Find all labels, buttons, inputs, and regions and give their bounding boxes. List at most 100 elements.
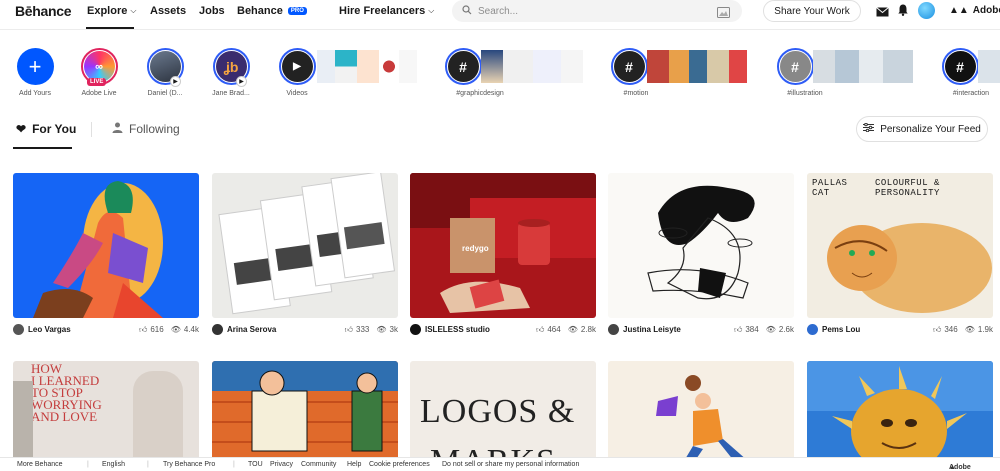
- share-your-work-button[interactable]: Share Your Work: [763, 0, 861, 22]
- project-thumbnail[interactable]: LOGOS & MARKS: [410, 361, 596, 471]
- tab-for-you-label: For You: [32, 122, 77, 136]
- thumbs-up-icon: 👍︎: [733, 324, 743, 334]
- tab-for-you[interactable]: ❤ For You: [16, 122, 76, 136]
- interaction-preview-strip[interactable]: [978, 50, 1000, 83]
- footer-link-try-pro[interactable]: Try Behance Pro: [163, 461, 215, 468]
- like-count: 333: [356, 325, 370, 334]
- avatar[interactable]: [608, 324, 619, 335]
- footer-link-do-not-sell[interactable]: Do not sell or share my personal informa…: [442, 461, 579, 468]
- hash-icon: #: [447, 51, 479, 82]
- footer-link-community[interactable]: Community: [301, 461, 336, 468]
- story-label: Jane Brad...: [212, 90, 250, 97]
- play-icon: ▶: [281, 51, 313, 82]
- plus-icon: +: [28, 53, 42, 79]
- avatar[interactable]: [212, 324, 223, 335]
- project-thumbnail[interactable]: HOW I LEARNED TO STOP WORRYING AND LOVE: [13, 361, 199, 471]
- project-author[interactable]: ISLELESS studio: [425, 325, 529, 334]
- project-card[interactable]: Justina Leisyte 👍︎ 384 👁︎ 2.6k: [608, 173, 794, 335]
- story-ring: #: [776, 48, 814, 85]
- eye-icon: 👁︎: [170, 325, 181, 334]
- nav-behance-pro[interactable]: Behance PRO: [237, 5, 307, 17]
- nav-assets[interactable]: Assets: [150, 5, 186, 17]
- project-thumbnail[interactable]: [608, 361, 794, 471]
- story-label: #interaction: [952, 90, 990, 97]
- eye-icon: 👁︎: [964, 325, 975, 334]
- view-count: 4.4k: [183, 325, 199, 334]
- user-icon: [112, 122, 123, 136]
- project-thumbnail[interactable]: redygo: [410, 173, 596, 318]
- nav-explore[interactable]: Explore ⌵: [87, 5, 136, 17]
- search-bar[interactable]: Search...: [452, 0, 742, 22]
- nav-jobs[interactable]: Jobs: [199, 5, 225, 17]
- nav-explore-label: Explore: [87, 5, 128, 17]
- story-label: Adobe Live: [81, 90, 117, 97]
- project-thumbnail[interactable]: [13, 173, 199, 318]
- graphicdesign-preview-strip[interactable]: [481, 50, 583, 83]
- thumbnail-text: LOGOS &: [420, 393, 576, 430]
- footer-link-help[interactable]: Help: [347, 461, 361, 468]
- project-thumbnail[interactable]: [608, 173, 794, 318]
- project-author[interactable]: Arina Serova: [227, 325, 338, 334]
- personalize-feed-button[interactable]: Personalize Your Feed: [856, 116, 988, 142]
- eye-icon: 👁︎: [765, 325, 776, 334]
- project-card[interactable]: [807, 361, 993, 471]
- search-input[interactable]: Search...: [478, 6, 518, 17]
- project-author[interactable]: Justina Leisyte: [623, 325, 727, 334]
- avatar[interactable]: [410, 324, 421, 335]
- story-jane[interactable]: ʝb ▶ Jane Brad...: [201, 48, 261, 97]
- story-label: #graphicdesign: [456, 90, 504, 97]
- svg-text:redygo: redygo: [462, 244, 489, 253]
- user-avatar[interactable]: [918, 2, 935, 19]
- story-daniel[interactable]: ▶ Daniel (D...: [135, 48, 195, 97]
- thumbs-up-icon: 👍︎: [932, 324, 942, 334]
- project-card[interactable]: [212, 361, 398, 471]
- behance-logo[interactable]: Bēhance: [15, 3, 72, 19]
- sliders-icon: [863, 122, 875, 135]
- motion-preview-strip[interactable]: [647, 50, 747, 83]
- hash-icon: #: [779, 51, 811, 82]
- tab-active-indicator: [13, 147, 72, 149]
- footer-link-english[interactable]: English: [102, 461, 125, 468]
- tab-following[interactable]: Following: [112, 122, 180, 136]
- project-card[interactable]: Arina Serova 👍︎ 333 👁︎ 3k: [212, 173, 398, 335]
- project-author[interactable]: Pems Lou: [822, 325, 926, 334]
- story-ring: #: [941, 48, 979, 85]
- bell-icon[interactable]: [898, 3, 908, 21]
- project-card[interactable]: PALLAS CAT COLOURFUL & PERSONALITY Pems …: [807, 173, 993, 335]
- footer-divider: |: [87, 461, 89, 468]
- project-thumbnail[interactable]: PALLAS CAT COLOURFUL & PERSONALITY: [807, 173, 993, 318]
- adobe-link[interactable]: ▲▲ Adobe: [949, 5, 1000, 16]
- story-add-yours[interactable]: + Add Yours: [5, 48, 65, 97]
- project-thumbnail[interactable]: [807, 361, 993, 471]
- nav-hire-freelancers[interactable]: Hire Freelancers ⌵: [339, 5, 434, 17]
- illustration-preview-strip[interactable]: [813, 50, 913, 83]
- project-card[interactable]: redygo ISLELESS studio 👍︎ 464 👁︎ 2.8k: [410, 173, 596, 335]
- avatar[interactable]: [807, 324, 818, 335]
- image-search-icon[interactable]: [717, 5, 730, 23]
- story-adobe-live[interactable]: ∞ LIVE Adobe Live: [69, 48, 129, 97]
- footer-link-more-behance[interactable]: More Behance: [17, 461, 63, 468]
- top-nav: Bēhance Explore ⌵ Assets Jobs Behance PR…: [0, 0, 1000, 30]
- eye-icon: 👁︎: [567, 325, 578, 334]
- project-card[interactable]: HOW I LEARNED TO STOP WORRYING AND LOVE: [13, 361, 199, 471]
- project-author[interactable]: Leo Vargas: [28, 325, 132, 334]
- thumbs-up-icon: 👍︎: [344, 324, 354, 334]
- footer-link-privacy[interactable]: Privacy: [270, 461, 293, 468]
- project-card[interactable]: [608, 361, 794, 471]
- project-thumbnail[interactable]: [212, 173, 398, 318]
- like-count: 384: [745, 325, 759, 334]
- footer-link-tou[interactable]: TOU: [248, 461, 263, 468]
- footer-link-cookie-preferences[interactable]: Cookie preferences: [369, 461, 430, 468]
- thumbs-up-icon: 👍︎: [535, 324, 545, 334]
- play-icon: ▶: [170, 76, 181, 87]
- avatar[interactable]: [13, 324, 24, 335]
- footer: More Behance | English | Try Behance Pro…: [0, 457, 1000, 471]
- mail-icon[interactable]: [876, 4, 889, 22]
- videos-preview-strip[interactable]: [317, 50, 417, 83]
- chevron-down-icon: ⌵: [428, 6, 435, 15]
- footer-divider: |: [147, 461, 149, 468]
- project-card[interactable]: Leo Vargas 👍︎ 616 👁︎ 4.4k: [13, 173, 199, 335]
- project-thumbnail[interactable]: [212, 361, 398, 471]
- project-card[interactable]: LOGOS & MARKS: [410, 361, 596, 471]
- nav-hire-label: Hire Freelancers: [339, 5, 426, 17]
